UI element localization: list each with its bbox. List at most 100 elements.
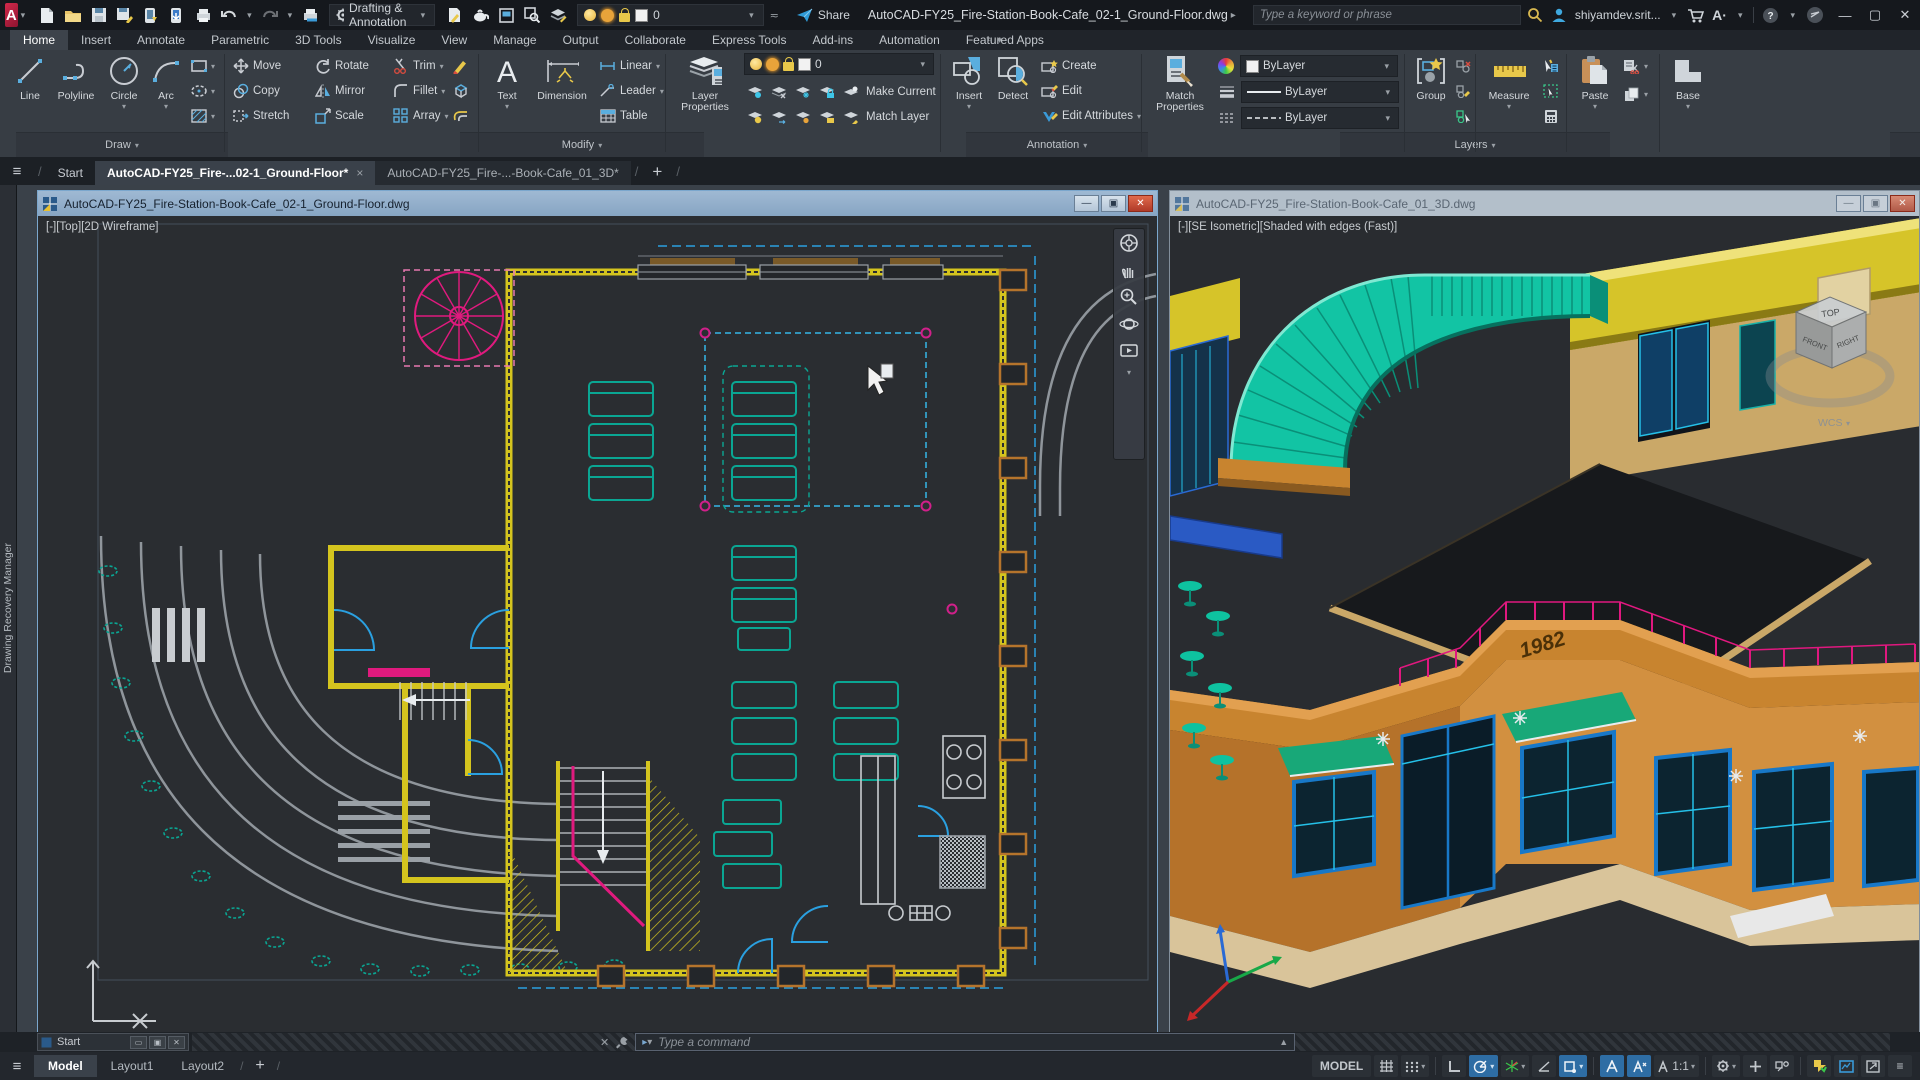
layer-dropdown[interactable]: 0 ▾ — [744, 53, 934, 75]
new-file-icon[interactable] — [36, 4, 58, 26]
showmotion-icon[interactable] — [1119, 341, 1139, 361]
right-viewport-controls[interactable]: [-][SE Isometric][Shaded with edges (Fas… — [1178, 221, 1397, 233]
layout-menu-icon[interactable]: ≡ — [0, 1058, 34, 1075]
customization-menu[interactable]: ≡ — [1888, 1055, 1912, 1077]
grid-toggle[interactable] — [1374, 1055, 1398, 1077]
isometric-drafting-toggle[interactable]: ▾ — [1501, 1055, 1529, 1077]
create-block-tool[interactable]: Create — [1041, 53, 1097, 79]
ribbon-tab[interactable]: Insert — [68, 30, 124, 50]
layer-off-icon[interactable] — [746, 84, 763, 101]
ribbon-tab[interactable]: Parametric — [198, 30, 282, 50]
graphics-performance-toggle[interactable] — [1807, 1055, 1831, 1077]
layer-dropdown-caret-icon[interactable]: ▾ — [749, 10, 754, 21]
left-viewport-controls[interactable]: [-][Top][2D Wireframe] — [46, 221, 158, 233]
measure-tool[interactable]: Measure ▾ — [1482, 53, 1536, 129]
plot-icon[interactable] — [192, 4, 214, 26]
help-icon[interactable]: ? — [1762, 7, 1779, 24]
layer-thaw-icon[interactable] — [794, 109, 811, 126]
hardware-acceleration-toggle[interactable] — [1834, 1055, 1858, 1077]
batch-plot-icon[interactable] — [299, 4, 321, 26]
line-tool[interactable]: Line — [8, 53, 52, 129]
leader-tool[interactable]: Leader▾ — [599, 78, 664, 104]
left-viewport[interactable]: [-][Top][2D Wireframe] — [38, 216, 1157, 1032]
layout-tab[interactable]: Layout2 — [167, 1055, 238, 1077]
zoom-icon[interactable] — [1119, 287, 1139, 307]
app-close-button[interactable]: ✕ — [1890, 2, 1920, 28]
left-window-close-button[interactable]: ✕ — [1128, 195, 1153, 212]
start-maximize-button[interactable]: ▣ — [149, 1036, 166, 1049]
array-tool[interactable]: Array▾ — [392, 103, 449, 129]
command-input-wrap[interactable]: ▸▾ ▲ — [635, 1033, 1295, 1051]
app-store-cart-icon[interactable] — [1687, 8, 1704, 23]
ribbon-tab[interactable]: Home — [10, 30, 68, 50]
layer-properties-tool[interactable]: Layer Properties — [672, 53, 738, 129]
ortho-toggle[interactable] — [1442, 1055, 1466, 1077]
navigation-bar[interactable]: ▾ — [1113, 228, 1145, 460]
left-window-minimize-button[interactable]: — — [1074, 195, 1099, 212]
layer-unlock-tool-icon[interactable] — [818, 109, 835, 126]
match-layer-icon[interactable] — [842, 109, 859, 126]
ribbon-tab[interactable]: Collaborate — [612, 30, 699, 50]
ribbon-display-toggle[interactable]: ▫▾ — [980, 30, 1013, 50]
annotation-visibility-toggle[interactable] — [1600, 1055, 1624, 1077]
hatch-tool[interactable]: ▾ — [190, 103, 215, 129]
file-tab-menu-icon[interactable]: ≡ — [0, 157, 34, 185]
preview-magnifier-icon[interactable] — [521, 4, 543, 26]
make-current-label[interactable]: Make Current — [866, 86, 936, 98]
right-window-titlebar[interactable]: AutoCAD-FY25_Fire-Station-Book-Cafe_01_3… — [1170, 191, 1919, 216]
rotate-tool[interactable]: Rotate — [314, 53, 369, 79]
ribbon-tab[interactable]: View — [428, 30, 480, 50]
render-teapot-icon[interactable] — [469, 4, 491, 26]
file-tab-3d[interactable]: AutoCAD-FY25_Fire-...-Book-Cafe_01_3D* — [375, 161, 630, 185]
ribbon-tab[interactable]: Manage — [480, 30, 549, 50]
modify-panel-label[interactable]: Modify▾ — [460, 132, 704, 157]
feedback-icon[interactable] — [1806, 6, 1824, 24]
workspace-caret-icon[interactable]: ▾ — [421, 10, 426, 21]
autocad-logo-button[interactable]: A — [5, 3, 18, 27]
right-window-close-button[interactable]: ✕ — [1890, 195, 1915, 212]
quick-calc-tool[interactable] — [1542, 103, 1559, 129]
app-menu-caret-icon[interactable]: ▾ — [21, 10, 26, 21]
quick-select-tool[interactable] — [1542, 53, 1559, 79]
app-minimize-button[interactable]: — — [1830, 2, 1860, 28]
object-snap-tracking-toggle[interactable] — [1532, 1055, 1556, 1077]
scale-tool[interactable]: Scale — [314, 103, 364, 129]
draw-panel-label[interactable]: Draw▾ — [16, 132, 228, 157]
drawing-recovery-manager-tab[interactable]: Drawing Recovery Manager — [0, 185, 17, 1032]
start-window-minimized[interactable]: Start ▭ ▣ ✕ — [37, 1033, 189, 1051]
lineweight-dropdown[interactable]: ByLayer▾ — [1241, 81, 1399, 103]
qat-overflow-icon[interactable]: ≂ — [770, 9, 779, 22]
linear-dimension-tool[interactable]: Linear▾ — [599, 53, 660, 79]
annotation-autoscale-toggle[interactable] — [1627, 1055, 1651, 1077]
fillet-tool[interactable]: Fillet▾ — [392, 78, 445, 104]
save-icon[interactable] — [88, 4, 110, 26]
steering-wheel-icon[interactable] — [1119, 233, 1139, 253]
redo-caret-icon[interactable]: ▾ — [288, 10, 293, 21]
annotation-scale-control[interactable]: 1:1▾ — [1654, 1055, 1699, 1077]
user-name[interactable]: shiyamdev.srit... — [1575, 8, 1661, 22]
group-edit-tool[interactable] — [1455, 78, 1472, 104]
dimension-tool[interactable]: Dimension — [531, 53, 593, 129]
table-tool[interactable]: Table — [599, 103, 648, 129]
layout-tab[interactable]: Model — [34, 1055, 97, 1077]
annotation-panel-label[interactable]: Annotation▾ — [966, 132, 1148, 157]
circle-tool[interactable]: Circle ▾ — [102, 53, 146, 129]
stretch-tool[interactable]: Stretch — [232, 103, 289, 129]
ribbon-tab[interactable]: Output — [550, 30, 612, 50]
layout-window-icon[interactable] — [495, 4, 517, 26]
clean-screen-toggle[interactable] — [1861, 1055, 1885, 1077]
command-close-icon[interactable]: ✕ — [600, 1036, 609, 1049]
layer-on-icon[interactable] — [746, 109, 763, 126]
search-icon[interactable] — [1527, 7, 1543, 23]
layout-tab[interactable]: Layout1 — [97, 1055, 168, 1077]
sheet-icon[interactable] — [443, 4, 465, 26]
right-window-restore-button[interactable]: ▣ — [1863, 195, 1888, 212]
user-avatar-icon[interactable] — [1551, 7, 1567, 23]
cut-tool[interactable]: ▾ — [1623, 53, 1648, 79]
right-window-minimize-button[interactable]: — — [1836, 195, 1861, 212]
layer-isolate-icon[interactable] — [770, 84, 787, 101]
close-tab-icon[interactable]: × — [356, 166, 363, 180]
command-input[interactable] — [658, 1035, 1273, 1049]
group-select-tool[interactable] — [1455, 103, 1472, 129]
start-tab[interactable]: Start — [46, 161, 95, 185]
